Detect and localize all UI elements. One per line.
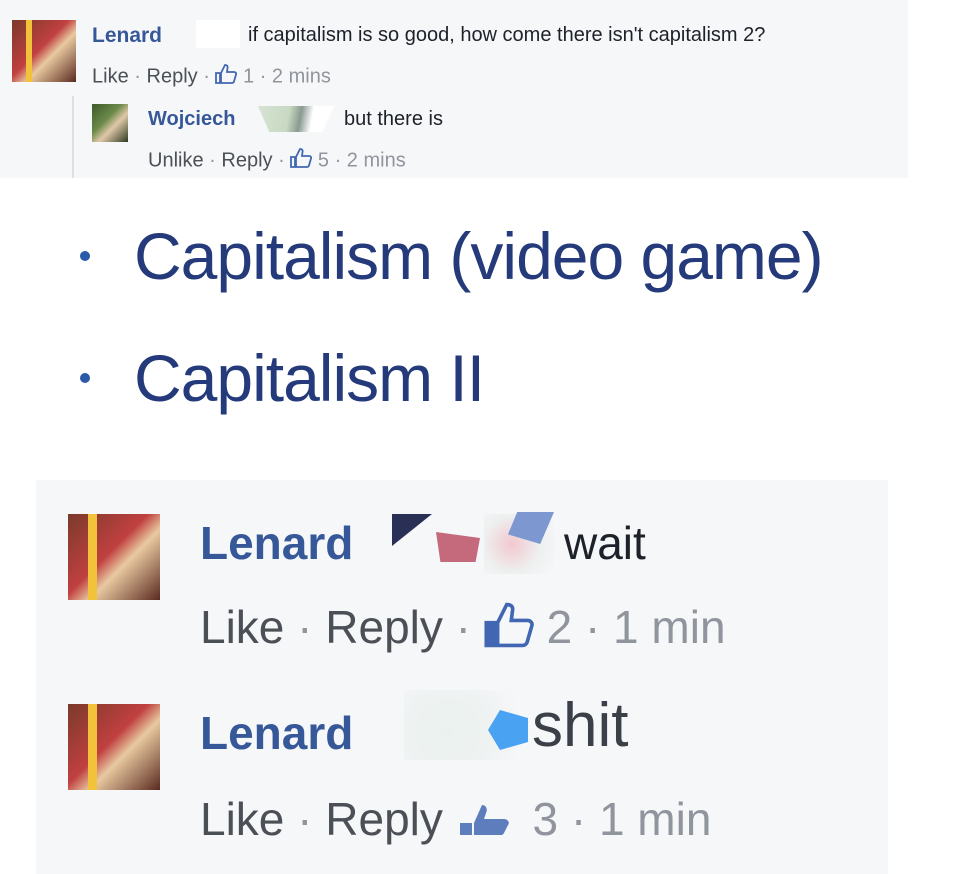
like-count[interactable]: 2 (547, 601, 573, 653)
separator: · (203, 65, 210, 88)
comment-text: if capitalism is so good, how come there… (248, 24, 766, 46)
unlike-link[interactable]: Unlike (148, 149, 204, 171)
separator: · (455, 601, 471, 653)
comment-text: shit (532, 691, 629, 760)
comment-author[interactable]: Lenard (92, 24, 162, 48)
comment-author[interactable]: Lenard (200, 516, 353, 570)
avatar[interactable] (68, 704, 160, 790)
comment-actions: Like · Reply · 1 · 2 mins (92, 64, 331, 90)
separator: · (570, 793, 587, 845)
thumbs-up-icon[interactable] (484, 602, 534, 659)
censor-blot (196, 20, 240, 48)
like-link[interactable]: Like (200, 793, 284, 845)
wiki-link[interactable]: Capitalism II (134, 341, 485, 415)
reply-thread-line (72, 96, 74, 178)
timestamp[interactable]: 1 min (599, 793, 711, 845)
comment-author[interactable]: Lenard (200, 706, 353, 760)
reply-author[interactable]: Wojciech (148, 108, 235, 131)
like-count[interactable]: 1 (243, 65, 254, 87)
separator: · (134, 65, 141, 88)
reply-text: but there is (344, 108, 443, 130)
reply-link[interactable]: Reply (325, 793, 443, 845)
reply-link[interactable]: Reply (147, 65, 198, 87)
avatar[interactable] (68, 514, 160, 600)
timestamp[interactable]: 2 mins (347, 149, 406, 171)
timestamp[interactable]: 2 mins (272, 65, 331, 87)
separator: · (209, 149, 216, 172)
bullet-icon (80, 250, 90, 261)
separator: · (259, 65, 267, 88)
wiki-list-item[interactable]: Capitalism (video game) (80, 218, 824, 294)
separator: · (584, 601, 601, 653)
reply-link[interactable]: Reply (325, 601, 443, 653)
separator: · (278, 149, 285, 172)
separator: · (297, 793, 313, 845)
thumbs-up-icon[interactable] (215, 64, 238, 90)
avatar[interactable] (12, 20, 76, 82)
reply-actions: Unlike · Reply · 5 · 2 mins (148, 148, 406, 174)
comment-actions: Like · Reply · 2 · 1 min (200, 600, 726, 659)
wiki-link[interactable]: Capitalism (video game) (134, 219, 824, 293)
thumbs-up-icon[interactable] (290, 148, 313, 174)
wiki-list-item[interactable]: Capitalism II (80, 340, 485, 416)
comment-text: wait (564, 517, 646, 569)
like-link[interactable]: Like (92, 65, 129, 87)
reply-link[interactable]: Reply (221, 149, 272, 171)
like-link[interactable]: Like (200, 601, 284, 653)
censor-blot (258, 106, 334, 132)
timestamp[interactable]: 1 min (613, 601, 725, 653)
bullet-icon (80, 372, 90, 383)
thumbs-up-icon[interactable] (456, 796, 520, 850)
like-count[interactable]: 3 (532, 793, 558, 845)
separator: · (297, 601, 313, 653)
separator: · (334, 149, 342, 172)
comment-actions: Like · Reply 3 · 1 min (200, 792, 711, 850)
like-count[interactable]: 5 (318, 149, 329, 171)
avatar[interactable] (92, 104, 128, 142)
